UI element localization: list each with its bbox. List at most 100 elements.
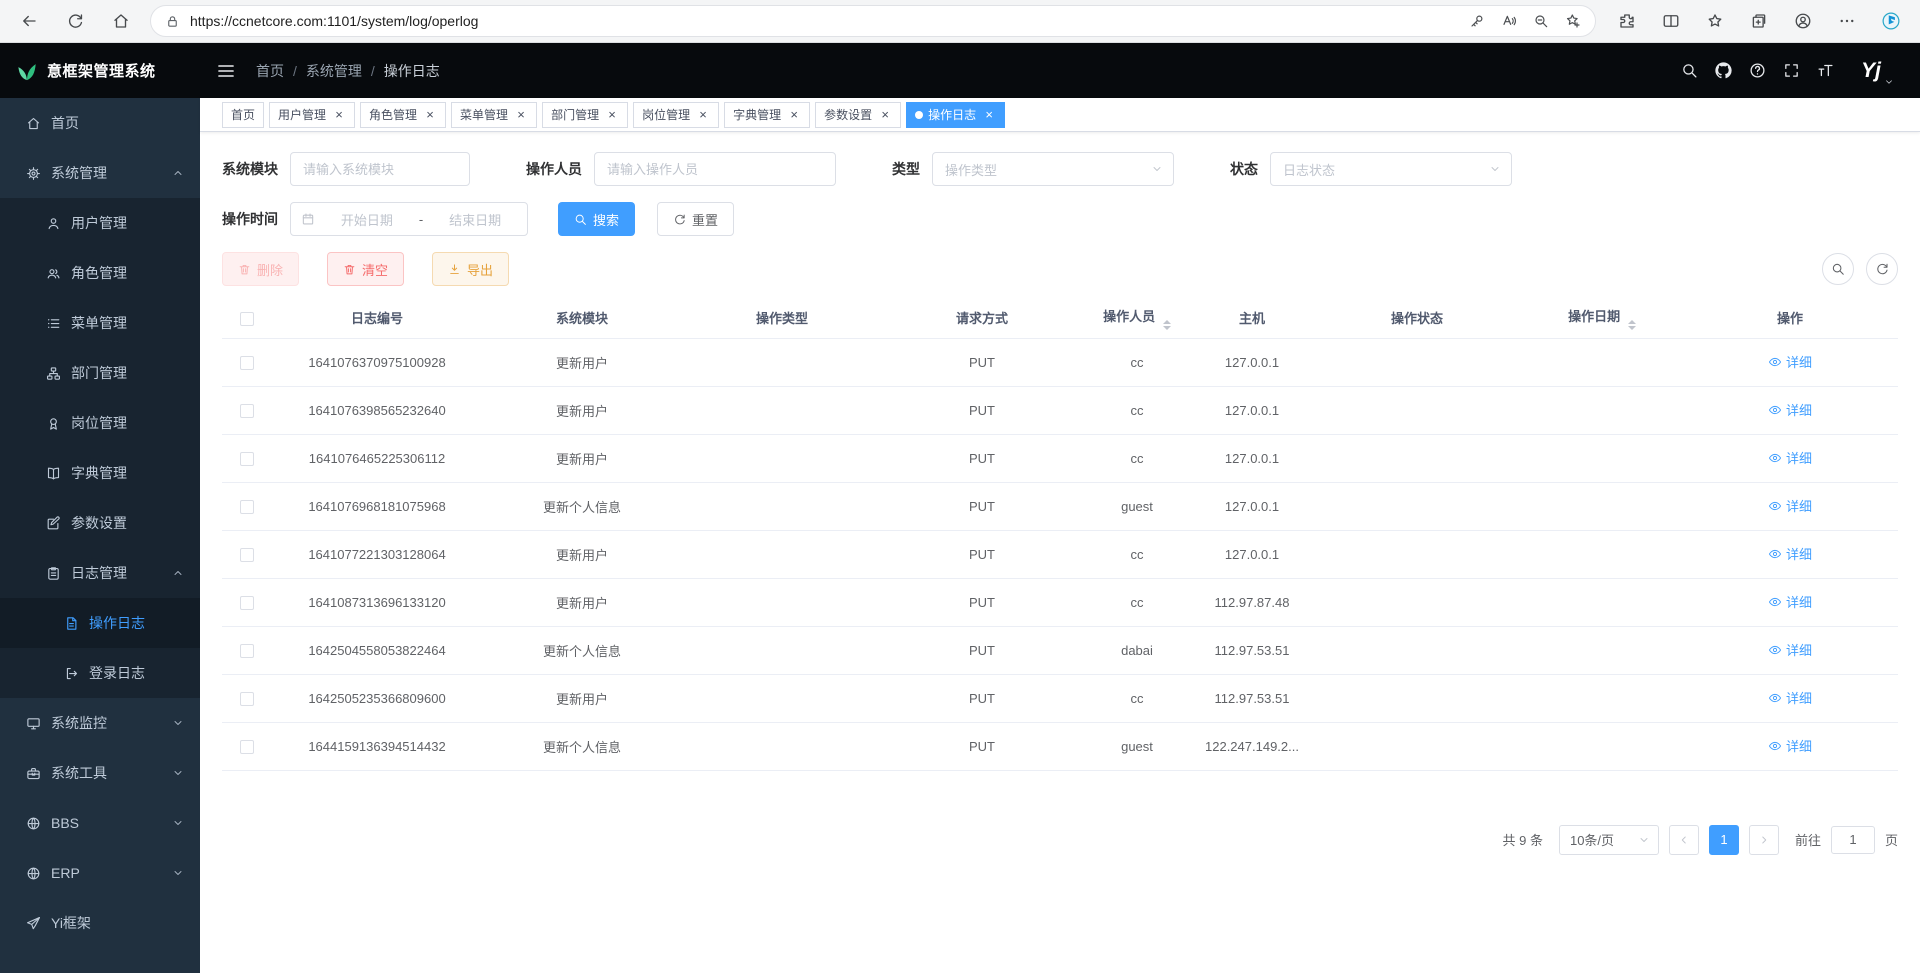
- browser-action-button[interactable]: [1700, 5, 1730, 37]
- row-checkbox[interactable]: [240, 740, 254, 754]
- browser-nav-button[interactable]: [104, 5, 138, 37]
- close-icon[interactable]: ×: [878, 108, 892, 122]
- row-checkbox[interactable]: [240, 596, 254, 610]
- sidebar-item[interactable]: 系统工具: [0, 748, 200, 798]
- navbar-action-button[interactable]: [1681, 62, 1698, 79]
- detail-link[interactable]: 详细: [1768, 592, 1812, 611]
- detail-link[interactable]: 详细: [1768, 448, 1812, 467]
- sidebar-item[interactable]: 字典管理: [0, 448, 200, 498]
- address-bar[interactable]: https://ccnetcore.com:1101/system/log/op…: [150, 5, 1596, 37]
- detail-link[interactable]: 详细: [1768, 496, 1812, 515]
- column-header[interactable]: 主机: [1192, 298, 1312, 338]
- sidebar-item[interactable]: 岗位管理: [0, 398, 200, 448]
- browser-nav-button[interactable]: [12, 5, 46, 37]
- column-header[interactable]: 系统模块: [482, 298, 682, 338]
- url-text[interactable]: https://ccnetcore.com:1101/system/log/op…: [190, 13, 1459, 29]
- row-checkbox[interactable]: [240, 404, 254, 418]
- sort-icon[interactable]: [1628, 320, 1636, 330]
- sidebar-item[interactable]: 部门管理: [0, 348, 200, 398]
- operator-input[interactable]: [594, 152, 836, 186]
- favorite-add-icon[interactable]: [1565, 13, 1581, 29]
- sidebar-item[interactable]: ERP: [0, 848, 200, 898]
- navbar-action-button[interactable]: [1749, 62, 1766, 79]
- search-button[interactable]: 搜索: [558, 202, 635, 236]
- browser-action-button[interactable]: [1656, 5, 1686, 37]
- sidebar-item[interactable]: 参数设置: [0, 498, 200, 548]
- row-checkbox[interactable]: [240, 644, 254, 658]
- breadcrumb-item[interactable]: 操作日志: [384, 61, 440, 81]
- prev-page-button[interactable]: [1669, 825, 1699, 855]
- tab[interactable]: 操作日志 ×: [906, 102, 1005, 128]
- sidebar-item[interactable]: Yi框架: [0, 898, 200, 948]
- breadcrumb-item[interactable]: 系统管理: [306, 61, 384, 81]
- type-select[interactable]: 操作类型: [932, 152, 1174, 186]
- browser-action-button[interactable]: [1788, 5, 1818, 37]
- close-icon[interactable]: ×: [787, 108, 801, 122]
- browser-action-button[interactable]: [1612, 5, 1642, 37]
- browser-action-button[interactable]: [1744, 5, 1774, 37]
- navbar-action-button[interactable]: [1817, 62, 1834, 79]
- read-aloud-icon[interactable]: [1501, 13, 1517, 29]
- page-number-button[interactable]: 1: [1709, 825, 1739, 855]
- row-checkbox[interactable]: [240, 692, 254, 706]
- column-header[interactable]: 请求方式: [882, 298, 1082, 338]
- detail-link[interactable]: 详细: [1768, 400, 1812, 419]
- sidebar-item[interactable]: 操作日志: [0, 598, 200, 648]
- reset-button[interactable]: 重置: [657, 202, 734, 236]
- detail-link[interactable]: 详细: [1768, 736, 1812, 755]
- toggle-search-button[interactable]: [1822, 253, 1854, 285]
- detail-link[interactable]: 详细: [1768, 688, 1812, 707]
- page-size-select[interactable]: 10条/页: [1559, 825, 1659, 855]
- detail-link[interactable]: 详细: [1768, 544, 1812, 563]
- sidebar-item[interactable]: 首页: [0, 98, 200, 148]
- goto-page-input[interactable]: [1831, 826, 1875, 854]
- date-range-picker[interactable]: 开始日期 - 结束日期: [290, 202, 528, 236]
- clear-button[interactable]: 清空: [327, 252, 404, 286]
- close-icon[interactable]: ×: [332, 108, 346, 122]
- tab[interactable]: 首页 ×: [222, 102, 264, 128]
- sidebar-item[interactable]: BBS: [0, 798, 200, 848]
- browser-action-button[interactable]: [1832, 5, 1862, 37]
- select-all-checkbox[interactable]: [240, 312, 254, 326]
- tab[interactable]: 部门管理 ×: [542, 102, 628, 128]
- user-avatar[interactable]: Yj: [1861, 60, 1894, 81]
- sidebar-item[interactable]: 用户管理: [0, 198, 200, 248]
- column-header[interactable]: 日志编号: [272, 298, 482, 338]
- key-icon[interactable]: [1469, 13, 1485, 29]
- zoom-out-icon[interactable]: [1533, 13, 1549, 29]
- detail-link[interactable]: 详细: [1768, 640, 1812, 659]
- sidebar-item[interactable]: 登录日志: [0, 648, 200, 698]
- hamburger-icon[interactable]: [216, 61, 236, 81]
- column-header[interactable]: 操作日期: [1522, 298, 1682, 338]
- export-button[interactable]: 导出: [432, 252, 509, 286]
- column-header[interactable]: 操作状态: [1312, 298, 1522, 338]
- sidebar-item[interactable]: 系统管理: [0, 148, 200, 198]
- refresh-table-button[interactable]: [1866, 253, 1898, 285]
- tab[interactable]: 用户管理 ×: [269, 102, 355, 128]
- row-checkbox[interactable]: [240, 452, 254, 466]
- row-checkbox[interactable]: [240, 500, 254, 514]
- close-icon[interactable]: ×: [514, 108, 528, 122]
- sidebar-item[interactable]: 系统监控: [0, 698, 200, 748]
- delete-button[interactable]: 删除: [222, 252, 299, 286]
- status-select[interactable]: 日志状态: [1270, 152, 1512, 186]
- navbar-action-button[interactable]: [1715, 62, 1732, 79]
- column-header[interactable]: 操作人员: [1082, 298, 1192, 338]
- column-header[interactable]: 操作类型: [682, 298, 882, 338]
- module-input[interactable]: [290, 152, 470, 186]
- sidebar-item[interactable]: 角色管理: [0, 248, 200, 298]
- tab[interactable]: 字典管理 ×: [724, 102, 810, 128]
- next-page-button[interactable]: [1749, 825, 1779, 855]
- tab[interactable]: 菜单管理 ×: [451, 102, 537, 128]
- close-icon[interactable]: ×: [982, 108, 996, 122]
- detail-link[interactable]: 详细: [1768, 352, 1812, 371]
- close-icon[interactable]: ×: [423, 108, 437, 122]
- browser-nav-button[interactable]: [58, 5, 92, 37]
- app-logo[interactable]: 意框架管理系统: [0, 43, 200, 98]
- tab[interactable]: 角色管理 ×: [360, 102, 446, 128]
- sort-icon[interactable]: [1163, 320, 1171, 330]
- tab[interactable]: 参数设置 ×: [815, 102, 901, 128]
- row-checkbox[interactable]: [240, 356, 254, 370]
- column-header[interactable]: 操作: [1682, 298, 1898, 338]
- row-checkbox[interactable]: [240, 548, 254, 562]
